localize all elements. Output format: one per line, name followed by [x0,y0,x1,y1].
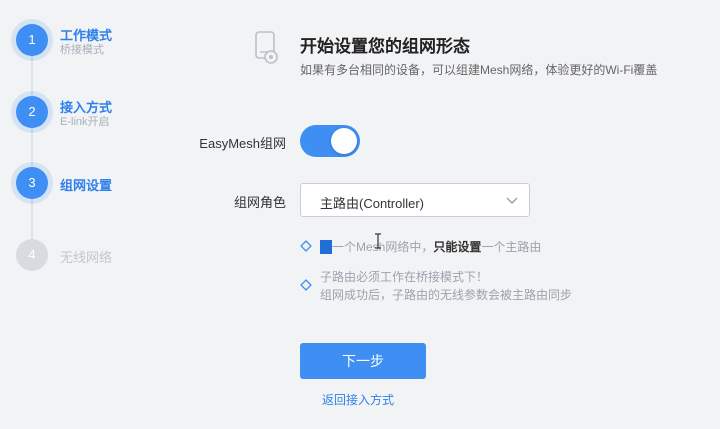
next-step-button[interactable]: 下一步 [300,343,426,379]
step-number: 4 [16,239,48,271]
tip-text-part2: 一个主路由 [481,240,542,254]
easymesh-label: EasyMesh组网 [199,136,286,151]
router-icon [255,31,278,64]
text-cursor-icon [375,233,381,249]
easymesh-toggle[interactable] [300,125,360,157]
tip-text: 子路由必须工作在桥接模式下！ 组网成功后，子路由的无线参数会被主路由同步 [320,268,572,304]
diamond-bullet-icon [300,240,312,252]
chevron-down-icon [506,197,518,205]
page-title: 开始设置您的组网形态 [300,37,470,56]
selection-highlight: 一 [320,240,333,254]
setup-stepper: 1 工作模式 桥接模式 2 接入方式 E-link开启 3 组网设置 4 无线网… [0,0,180,429]
step-subtitle: E-link开启 [60,116,110,128]
back-to-access-method-link[interactable]: 返回接入方式 [322,391,394,408]
tip-line-2: 组网成功后，子路由的无线参数会被主路由同步 [320,288,573,302]
page-subtitle: 如果有多台相同的设备，可以组建Mesh网络，体验更好的Wi-Fi覆盖 [300,63,658,77]
step-number: 3 [16,167,48,199]
diamond-bullet-icon [300,279,312,291]
role-select-value: 主路由(Controller) [320,196,425,211]
role-select[interactable]: 主路由(Controller) [300,183,530,217]
step-title: 组网设置 [60,178,113,193]
tip-text: 一一个Mesh网络中，只能设置一个主路由 [320,238,541,256]
role-label: 组网角色 [233,195,286,210]
stepper-line [31,40,33,255]
toggle-knob [331,128,357,154]
step-number: 1 [16,24,48,56]
step-subtitle: 桥接模式 [60,44,104,56]
tip-line-1: 子路由必须工作在桥接模式下！ [320,270,489,284]
step-title: 无线网络 [60,250,113,265]
tip-text-bold: 只能设置 [433,240,482,254]
step-number: 2 [16,96,48,128]
